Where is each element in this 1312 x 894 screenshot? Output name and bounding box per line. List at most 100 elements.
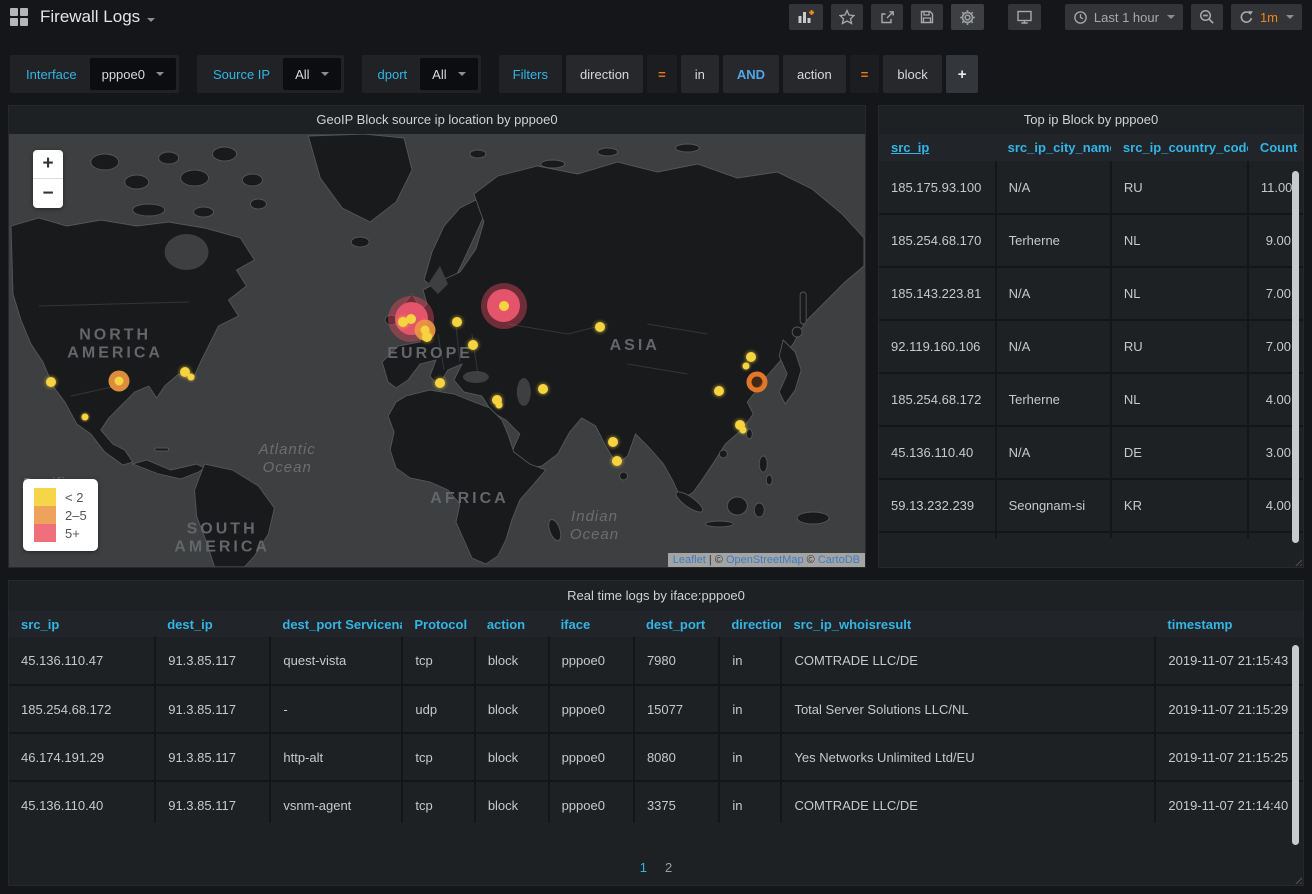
dashboard-title[interactable]: Firewall Logs bbox=[40, 7, 155, 27]
map-marker-small[interactable] bbox=[82, 414, 89, 421]
table-cell: - bbox=[270, 685, 402, 733]
page-number[interactable]: 1 bbox=[640, 860, 647, 875]
dashboard-grid-icon[interactable] bbox=[10, 8, 28, 26]
table-cell: Total Server Solutions LLC/NL bbox=[781, 685, 1155, 733]
map-marker-small[interactable] bbox=[452, 317, 462, 327]
map-marker-medium[interactable] bbox=[109, 370, 130, 391]
map-marker-large[interactable] bbox=[481, 283, 527, 329]
filter-key[interactable]: action bbox=[783, 55, 846, 93]
world-map-svg bbox=[9, 134, 865, 567]
column-header[interactable]: iface bbox=[549, 611, 634, 637]
save-button[interactable] bbox=[911, 4, 943, 30]
zoom-out-time-button[interactable] bbox=[1191, 4, 1223, 30]
table-cell: COMTRADE LLC/DE bbox=[781, 781, 1155, 823]
column-header[interactable]: src_ip bbox=[879, 134, 996, 161]
column-header[interactable]: dest_port Servicename bbox=[270, 611, 402, 637]
table-row: 185.143.223.81N/ANL7.00 bbox=[879, 267, 1303, 320]
attribution-link[interactable]: Leaflet bbox=[673, 554, 706, 566]
table-cell: 91.3.85.117 bbox=[155, 637, 270, 685]
variable-label: dport bbox=[365, 67, 421, 82]
column-header[interactable]: timestamp bbox=[1155, 611, 1303, 637]
map-zoom-out-button[interactable]: − bbox=[33, 179, 63, 208]
legend-swatch bbox=[34, 506, 56, 524]
column-header[interactable]: src_ip bbox=[9, 611, 155, 637]
template-variable: dportAll bbox=[362, 55, 481, 93]
map-marker-small[interactable] bbox=[496, 402, 503, 409]
map-marker-small[interactable] bbox=[538, 384, 548, 394]
column-header[interactable]: src_ip_city_name bbox=[996, 134, 1111, 161]
panel-resize-handle[interactable] bbox=[1293, 557, 1302, 566]
filter-operator[interactable]: = bbox=[850, 55, 880, 93]
top-ip-block-panel: Top ip Block by pppoe0 src_ipsrc_ip_city… bbox=[878, 105, 1304, 568]
column-header[interactable]: Protocol bbox=[402, 611, 474, 637]
scrollbar-thumb[interactable] bbox=[1292, 171, 1299, 543]
star-button[interactable] bbox=[831, 4, 863, 30]
table-cell: 8080 bbox=[634, 733, 719, 781]
table-cell: DE bbox=[1111, 426, 1248, 479]
geoip-map-panel: GeoIP Block source ip location by pppoe0 bbox=[8, 105, 866, 568]
marker-core bbox=[499, 301, 509, 311]
map-marker-small[interactable] bbox=[595, 322, 605, 332]
attribution-link[interactable]: OpenStreetMap bbox=[726, 554, 804, 566]
world-map[interactable]: NORTH AMERICAEUROPEASIAAFRICASOUTH AMERI… bbox=[9, 134, 865, 567]
share-button[interactable] bbox=[871, 4, 903, 30]
map-marker-small[interactable] bbox=[612, 456, 622, 466]
table-cell: block bbox=[475, 685, 549, 733]
variable-value-dropdown[interactable]: All bbox=[420, 58, 477, 90]
attribution-text: | © bbox=[706, 554, 726, 566]
table-cell: in bbox=[719, 685, 781, 733]
map-marker-small[interactable] bbox=[422, 332, 432, 342]
attribution-link[interactable]: CartoDB bbox=[818, 554, 860, 566]
variable-label: Source IP bbox=[200, 67, 283, 82]
legend-swatch bbox=[34, 524, 56, 542]
time-range-picker[interactable]: Last 1 hour bbox=[1065, 4, 1183, 30]
tv-mode-button[interactable] bbox=[1008, 4, 1041, 30]
map-marker-small[interactable] bbox=[739, 427, 746, 434]
map-marker-small[interactable] bbox=[435, 378, 445, 388]
add-filter-button[interactable]: + bbox=[946, 55, 979, 93]
map-marker-small[interactable] bbox=[468, 340, 478, 350]
filter-operator[interactable]: = bbox=[647, 55, 677, 93]
panel-title[interactable]: Top ip Block by pppoe0 bbox=[879, 106, 1303, 134]
panel-title[interactable]: Real time logs by iface:pppoe0 bbox=[9, 581, 1303, 611]
map-marker-small[interactable] bbox=[743, 363, 750, 370]
column-header[interactable]: direction bbox=[719, 611, 781, 637]
table-cell: RU bbox=[1111, 161, 1248, 214]
map-marker-small[interactable] bbox=[608, 437, 618, 447]
filter-value[interactable]: in bbox=[681, 55, 719, 93]
column-header[interactable]: Count bbox=[1248, 134, 1303, 161]
template-variable: Source IPAll bbox=[197, 55, 344, 93]
table-cell: N/A bbox=[996, 267, 1111, 320]
column-header[interactable]: action bbox=[475, 611, 549, 637]
map-marker-small[interactable] bbox=[714, 386, 724, 396]
add-panel-button[interactable] bbox=[789, 4, 823, 30]
map-marker-small[interactable] bbox=[398, 317, 408, 327]
filter-value[interactable]: block bbox=[883, 55, 941, 93]
table-cell: 185.254.68.170 bbox=[879, 214, 996, 267]
table-cell: KR bbox=[1111, 479, 1248, 532]
column-header[interactable]: dest_port bbox=[634, 611, 719, 637]
table-cell: 45.136.110.47 bbox=[9, 637, 155, 685]
table-cell: 2019-11-07 21:15:25 bbox=[1155, 733, 1303, 781]
page-number[interactable]: 2 bbox=[665, 860, 672, 875]
column-header[interactable]: dest_ip bbox=[155, 611, 270, 637]
map-marker-small[interactable] bbox=[746, 352, 756, 362]
refresh-button[interactable]: 1m bbox=[1231, 4, 1302, 30]
map-marker-medium[interactable] bbox=[747, 372, 768, 393]
map-marker-small[interactable] bbox=[188, 373, 195, 380]
table-cell: 91.3.85.117 bbox=[155, 733, 270, 781]
map-marker-small[interactable] bbox=[46, 377, 56, 387]
map-zoom-in-button[interactable]: + bbox=[33, 150, 63, 179]
column-header[interactable]: src_ip_country_code bbox=[1111, 134, 1248, 161]
scrollbar-thumb[interactable] bbox=[1292, 645, 1299, 845]
legend-swatch bbox=[34, 488, 56, 506]
settings-button[interactable] bbox=[951, 4, 984, 30]
column-header[interactable]: src_ip_whoisresult bbox=[781, 611, 1155, 637]
panel-title[interactable]: GeoIP Block source ip location by pppoe0 bbox=[9, 106, 865, 134]
variable-value-dropdown[interactable]: All bbox=[283, 58, 340, 90]
table-row: 185.254.68.17291.3.85.117-udpblockpppoe0… bbox=[9, 685, 1303, 733]
filter-conjunction[interactable]: AND bbox=[723, 55, 779, 93]
filter-key[interactable]: direction bbox=[566, 55, 643, 93]
variable-value-dropdown[interactable]: pppoe0 bbox=[90, 58, 176, 90]
table-cell: tcp bbox=[402, 637, 474, 685]
